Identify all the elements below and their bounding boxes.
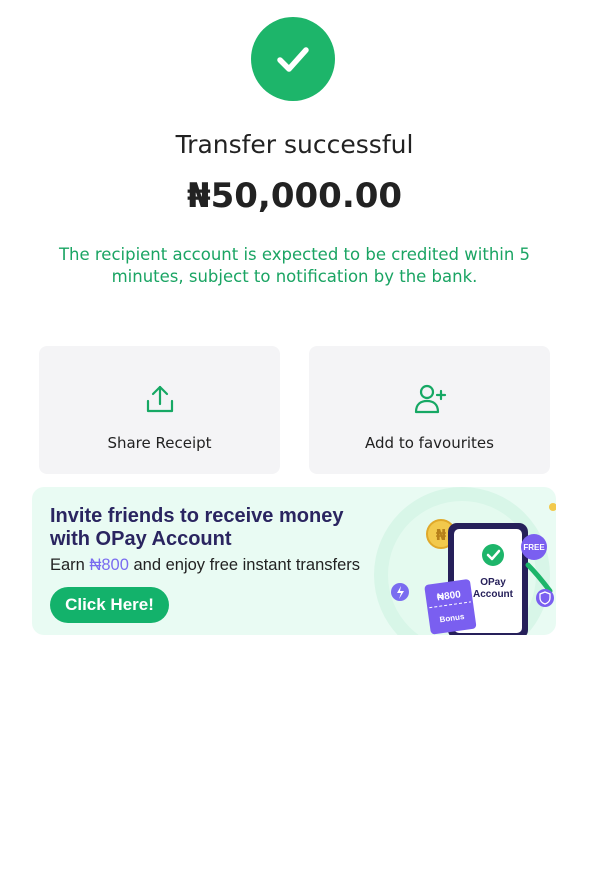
promo-bonus-amount: ₦800 [89,556,129,574]
shield-icon [536,589,554,607]
svg-text:OPay: OPay [480,577,506,588]
click-here-button[interactable]: Click Here! [50,587,169,623]
share-receipt-label: Share Receipt [107,434,212,452]
transfer-amount: ₦50,000.00 [186,176,403,216]
bonus-ticket-icon: ₦800 Bonus [424,579,477,635]
svg-text:FREE: FREE [523,543,545,552]
promo-subtext: Earn ₦800 and enjoy free instant transfe… [50,556,361,574]
credit-notice: The recipient account is expected to be … [58,245,531,286]
promo-headline: Invite friends to receive money with OPa… [50,505,344,550]
share-upload-icon [146,385,173,413]
success-check-icon [251,17,335,101]
transfer-status-title: Transfer successful [175,130,414,159]
share-receipt-button[interactable]: Share Receipt [39,346,280,474]
add-to-favourites-button[interactable]: Add to favourites [309,346,550,474]
promo-illustration: ₦ OPay Account ₦800 Bonus FREE [374,487,556,635]
svg-text:₦: ₦ [436,526,447,544]
free-tag-icon: FREE [521,534,547,560]
svg-text:Account: Account [473,589,514,600]
add-to-favourites-label: Add to favourites [365,434,494,452]
add-user-icon [414,384,446,414]
invite-promo-banner[interactable]: Invite friends to receive money with OPa… [32,487,556,635]
